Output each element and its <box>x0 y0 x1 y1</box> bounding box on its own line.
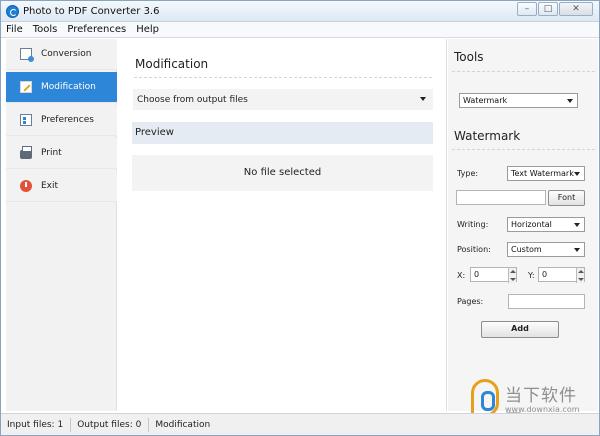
menu-tools[interactable]: Tools <box>28 22 63 37</box>
status-bar: Input files: 1 Output files: 0 Modificat… <box>1 413 599 435</box>
type-dropdown-value: Text Watermark <box>511 169 574 178</box>
menu-preferences[interactable]: Preferences <box>62 22 131 37</box>
input-files-count: Input files: 1 <box>1 417 72 432</box>
y-label: Y: <box>528 271 535 280</box>
sidebar-item-label: Print <box>41 148 62 158</box>
stepper-arrows-icon[interactable] <box>508 268 516 283</box>
sidebar-item-label: Exit <box>41 181 59 191</box>
writing-dropdown-value: Horizontal <box>511 220 552 229</box>
menu-help[interactable]: Help <box>131 22 164 37</box>
preview-area: No file selected <box>132 155 433 191</box>
chevron-down-icon <box>574 172 580 176</box>
app-window: Photo to PDF Converter 3.6 – □ ✕ File To… <box>0 0 600 436</box>
sidebar-item-label: Modification <box>41 82 96 92</box>
output-files-dropdown[interactable]: Choose from output files <box>133 89 433 110</box>
font-button[interactable]: Font <box>548 190 585 206</box>
tools-panel: Tools Watermark Watermark Type: Text Wat… <box>448 39 598 411</box>
chevron-down-icon <box>567 99 573 103</box>
output-files-count: Output files: 0 <box>71 417 150 432</box>
watermark-text-input[interactable] <box>456 190 546 205</box>
preferences-icon <box>20 114 32 126</box>
tools-title: Tools <box>454 50 484 64</box>
minimize-button[interactable]: – <box>517 2 537 16</box>
conversion-icon <box>20 48 34 62</box>
sidebar-item-preferences[interactable]: Preferences <box>6 105 117 136</box>
modification-icon <box>20 81 32 93</box>
printer-icon <box>20 146 32 159</box>
window-controls: – □ ✕ <box>517 2 593 16</box>
x-label: X: <box>457 271 466 280</box>
pages-input[interactable] <box>508 294 585 309</box>
x-stepper[interactable]: 0 <box>470 267 517 283</box>
brand-logo-icon <box>471 379 499 417</box>
watermark-title: Watermark <box>454 129 521 143</box>
y-stepper[interactable]: 0 <box>538 267 585 283</box>
writing-label: Writing: <box>457 220 489 229</box>
position-dropdown[interactable]: Custom <box>507 242 585 257</box>
sidebar-item-conversion[interactable]: Conversion <box>6 39 117 70</box>
menu-file[interactable]: File <box>1 22 28 37</box>
sidebar-item-exit[interactable]: Exit <box>6 171 117 202</box>
title-bar: Photo to PDF Converter 3.6 – □ ✕ <box>1 1 599 22</box>
close-button[interactable]: ✕ <box>559 2 593 16</box>
tool-dropdown[interactable]: Watermark <box>459 93 578 108</box>
position-label: Position: <box>457 245 491 254</box>
page-title: Modification <box>135 57 209 71</box>
chevron-down-icon <box>574 223 580 227</box>
power-icon <box>20 180 32 192</box>
minimize-icon: – <box>524 4 530 14</box>
x-value: 0 <box>474 270 480 279</box>
type-label: Type: <box>457 169 479 178</box>
chevron-down-icon <box>420 97 426 101</box>
sidebar-item-label: Preferences <box>41 115 94 125</box>
sidebar-item-label: Conversion <box>41 49 92 59</box>
watermark-divider <box>452 149 595 150</box>
menu-bar: File Tools Preferences Help <box>1 22 599 38</box>
sidebar-item-modification[interactable]: Modification <box>6 72 124 103</box>
app-logo-icon <box>6 5 19 18</box>
chevron-down-icon <box>574 248 580 252</box>
main-panel: Modification Choose from output files Pr… <box>117 39 447 411</box>
position-dropdown-value: Custom <box>511 245 542 254</box>
add-button[interactable]: Add <box>481 321 559 338</box>
title-divider <box>134 77 432 78</box>
writing-dropdown[interactable]: Horizontal <box>507 217 585 232</box>
close-icon: ✕ <box>572 4 580 14</box>
status-mode: Modification <box>155 419 211 430</box>
y-value: 0 <box>542 270 548 279</box>
output-files-value: Choose from output files <box>137 94 248 105</box>
maximize-button[interactable]: □ <box>538 2 558 16</box>
tool-dropdown-value: Watermark <box>463 96 508 105</box>
sidebar-item-print[interactable]: Print <box>6 138 117 169</box>
sidebar: Conversion Modification Preferences Prin… <box>6 39 124 411</box>
pages-label: Pages: <box>457 297 484 306</box>
maximize-icon: □ <box>543 4 553 14</box>
window-title: Photo to PDF Converter 3.6 <box>23 6 160 17</box>
type-dropdown[interactable]: Text Watermark <box>507 166 585 181</box>
tools-divider <box>452 71 595 72</box>
preview-header: Preview <box>132 122 433 144</box>
stepper-arrows-icon[interactable] <box>576 268 584 283</box>
